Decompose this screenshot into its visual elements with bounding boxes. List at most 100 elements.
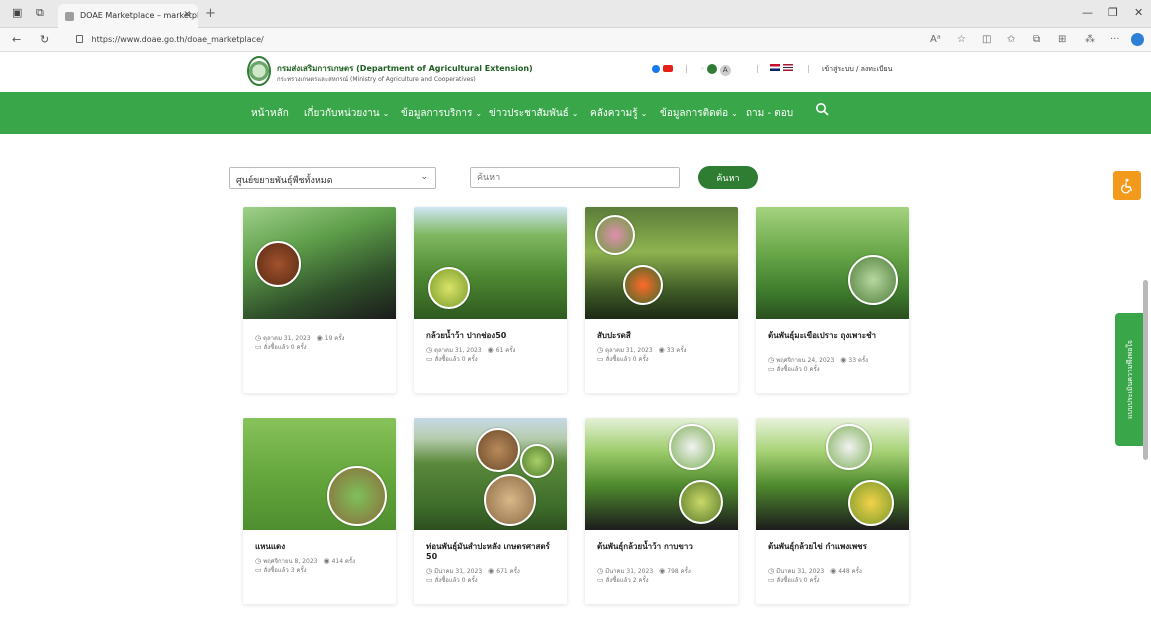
product-views: 414 ครั้ง (331, 558, 356, 565)
product-views: 448 ครั้ง (838, 568, 862, 575)
font-size-icon[interactable]: A (719, 64, 731, 76)
back-icon[interactable]: ← (12, 33, 21, 46)
minimize-icon[interactable]: — (1082, 6, 1093, 19)
clock-icon: ◷ (597, 346, 604, 354)
nav-item-1[interactable]: เกี่ยวกับหน่วยงาน ⌄ (304, 106, 389, 121)
doae-logo[interactable] (247, 56, 271, 86)
product-image[interactable] (243, 418, 396, 530)
nav-item-4[interactable]: คลังความรู้ ⌄ (590, 106, 647, 121)
browser-tab-strip: ▣ ⧉ DOAE Marketplace – marketplace ✕ + —… (0, 0, 1151, 28)
translate-icon[interactable]: ⁂ (1085, 34, 1095, 45)
product-order-count: ▭ สั่งซื้อแล้ว 0 ครั้ง (768, 575, 820, 585)
login-link[interactable]: เข้าสู่ระบบ / ลงทะเบียน (822, 64, 892, 75)
product-inset-image (476, 428, 520, 472)
product-inset-image (255, 241, 301, 287)
cart-icon: ▭ (255, 566, 262, 574)
search-icon[interactable] (815, 102, 829, 116)
product-date: พฤศจิกายน 24, 2023 (776, 357, 835, 364)
tab-actions-icon[interactable]: ⧉ (36, 6, 44, 20)
product-card[interactable]: กล้วยน้ำว้า ปากช่อง50 ◷ ตุลาคม 31, 2023 ◉ 61… (414, 207, 567, 393)
product-title[interactable]: แหนแดง (255, 542, 388, 552)
product-image[interactable] (585, 418, 738, 530)
product-image[interactable] (756, 418, 909, 530)
product-card[interactable]: ต้นพันธุ์กล้วยน้ำว้า กาบขาว ◷ มีนาคม 31, 2… (585, 418, 738, 604)
favorite-icon[interactable]: ☆ (957, 34, 966, 45)
product-order-count: ▭ สั่งซื้อแล้ว 0 ครั้ง (426, 354, 478, 364)
nav-item-6[interactable]: ถาม - ตอบ (746, 106, 793, 121)
product-image[interactable] (585, 207, 738, 319)
product-orders: สั่งซื้อแล้ว 0 ครั้ง (776, 577, 820, 584)
header-divider-3: | (807, 64, 810, 73)
product-title[interactable]: ต้นพันธุ์มะเขือเปราะ ถุงเพาะชำ (768, 331, 901, 341)
product-orders: สั่งซื้อแล้ว 0 ครั้ง (434, 577, 478, 584)
new-tab-icon[interactable]: + (205, 6, 216, 21)
product-date: มีนาคม 31, 2023 (434, 568, 483, 575)
url-field[interactable]: https://www.doae.go.th/doae_marketplace/ (70, 32, 690, 48)
youtube-icon[interactable] (662, 65, 673, 72)
favorites-bar-icon[interactable]: ✩ (1007, 34, 1015, 45)
contrast-light-icon[interactable]: ◦ (700, 65, 705, 74)
product-image[interactable] (756, 207, 909, 319)
product-image[interactable] (414, 207, 567, 319)
profile-avatar[interactable] (1131, 33, 1144, 46)
product-card[interactable]: แหนแดง ◷ พฤศจิกายน 8, 2023 ◉ 414 ครั้ง ▭ สั่งซ… (243, 418, 396, 604)
nav-item-5[interactable]: ข้อมูลการติดต่อ ⌄ (660, 106, 738, 121)
refresh-icon[interactable]: ↻ (40, 33, 49, 46)
product-inset-image (595, 215, 635, 255)
workspaces-icon[interactable]: ▣ (12, 6, 22, 19)
product-title[interactable]: ต้นพันธุ์กล้วยไข่ กำแพงเพชร (768, 542, 901, 552)
product-card[interactable]: ท่อนพันธุ์มันสำปะหลัง เกษตรศาสตร์ 50 ◷ มีน… (414, 418, 567, 604)
eye-icon: ◉ (659, 567, 666, 575)
browser-tab-active[interactable]: DOAE Marketplace – marketplace ✕ (58, 4, 198, 28)
product-title[interactable]: ท่อนพันธุ์มันสำปะหลัง เกษตรศาสตร์ 50 (426, 542, 559, 562)
product-card[interactable]: สับปะรดสี ◷ ตุลาคม 31, 2023 ◉ 33 ครั้ง ▭ สั่งซ… (585, 207, 738, 393)
chevron-down-icon: ⌄ (640, 109, 648, 118)
nav-item-label: เกี่ยวกับหน่วยงาน (304, 108, 380, 119)
chevron-down-icon: ⌄ (475, 109, 483, 118)
nav-item-label: ข้อมูลการบริการ (401, 108, 473, 119)
product-views: 19 ครั้ง (324, 335, 345, 342)
nav-item-2[interactable]: ข้อมูลการบริการ ⌄ (401, 106, 482, 121)
center-select[interactable]: ศูนย์ขยายพันธุ์พืชทั้งหมด ⌄ (229, 167, 436, 189)
header-divider: | (685, 64, 688, 73)
product-card[interactable]: ◷ ตุลาคม 31, 2023 ◉ 19 ครั้ง ▭ สั่งซื้อแล้ว 0… (243, 207, 396, 393)
eye-icon: ◉ (840, 356, 847, 364)
browser-window: { "browser": { "tab_title": "DOAE Market… (0, 0, 1151, 621)
satisfaction-survey-tab[interactable]: แบบประเมินความพึงพอใจ (1115, 313, 1145, 446)
eye-icon: ◉ (487, 346, 494, 354)
flag-en-icon[interactable] (770, 64, 780, 71)
product-card[interactable]: ต้นพันธุ์มะเขือเปราะ ถุงเพาะชำ ◷ พฤศจิกายน… (756, 207, 909, 393)
product-title[interactable]: กล้วยน้ำว้า ปากช่อง50 (426, 331, 559, 341)
contrast-dark-icon[interactable] (707, 64, 718, 74)
cart-icon: ▭ (597, 355, 604, 363)
facebook-icon[interactable] (652, 64, 660, 73)
search-input[interactable] (470, 167, 680, 188)
close-tab-icon[interactable]: ✕ (183, 10, 191, 20)
page-scrollbar[interactable] (1143, 280, 1148, 460)
product-orders: สั่งซื้อแล้ว 0 ครั้ง (263, 344, 307, 351)
product-image[interactable] (414, 418, 567, 530)
url-text: https://www.doae.go.th/doae_marketplace/ (91, 35, 264, 44)
org-subtitle: กระทรวงเกษตรและสหกรณ์ (Ministry of Agric… (277, 76, 476, 83)
read-aloud-icon[interactable]: Aᵃ (930, 34, 941, 45)
header-divider-2: | (756, 64, 759, 73)
product-card[interactable]: ต้นพันธุ์กล้วยไข่ กำแพงเพชร ◷ มีนาคม 31, 2… (756, 418, 909, 604)
flag-th-icon[interactable] (782, 64, 793, 71)
eye-icon: ◉ (658, 346, 665, 354)
collections-icon[interactable]: ⧉ (1033, 34, 1040, 45)
product-title[interactable]: ต้นพันธุ์กล้วยน้ำว้า กาบขาว (597, 542, 730, 552)
nav-item-0[interactable]: หน้าหลัก (251, 106, 289, 121)
eye-icon: ◉ (323, 557, 330, 565)
product-image[interactable] (243, 207, 396, 319)
restore-icon[interactable]: ❐ (1108, 6, 1118, 19)
split-screen-icon[interactable]: ◫ (982, 34, 991, 45)
product-date: พฤศจิกายน 8, 2023 (263, 558, 318, 565)
product-views: 61 ครั้ง (495, 347, 516, 354)
search-button[interactable]: ค้นหา (698, 166, 758, 189)
more-options-icon[interactable]: ··· (1110, 34, 1120, 45)
close-window-icon[interactable]: ✕ (1134, 6, 1143, 19)
nav-item-3[interactable]: ข่าวประชาสัมพันธ์ ⌄ (489, 106, 579, 121)
extensions-icon[interactable]: ⊞ (1058, 34, 1066, 45)
accessibility-button[interactable] (1113, 171, 1141, 200)
product-title[interactable]: สับปะรดสี (597, 331, 730, 341)
